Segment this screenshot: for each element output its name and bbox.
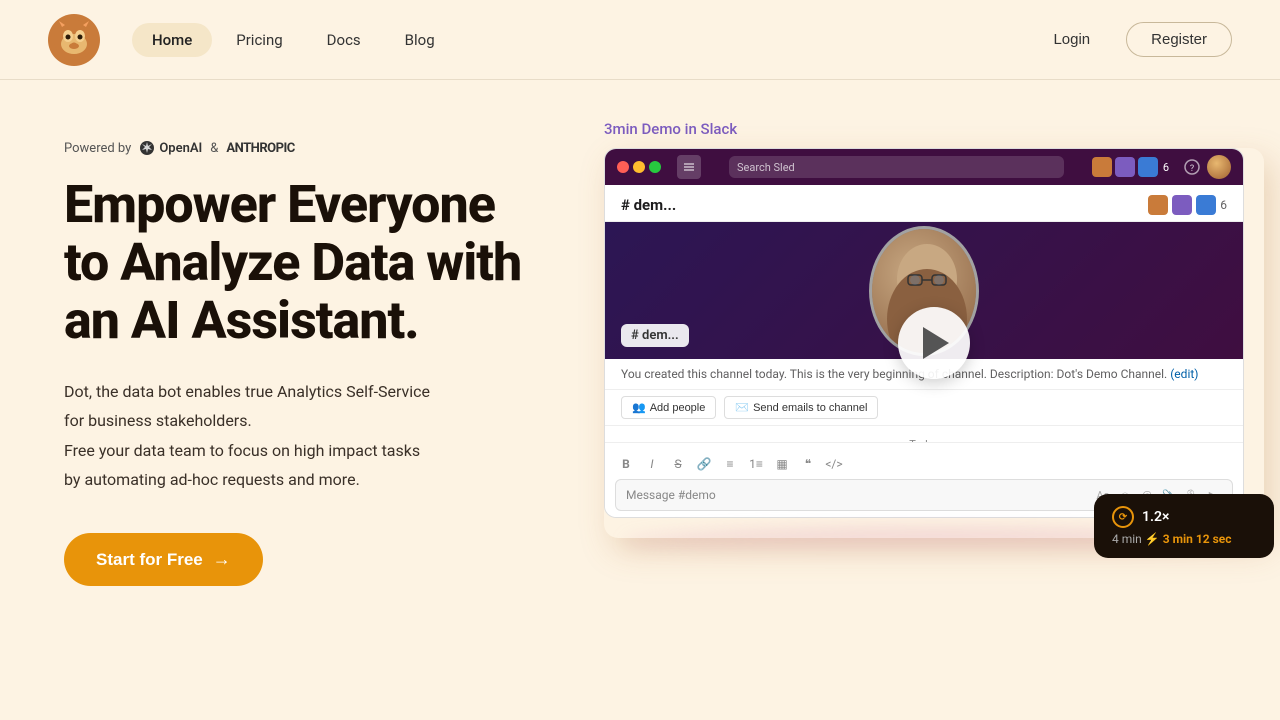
list-button[interactable]: ≡	[719, 453, 741, 475]
channel-badge-text: # dem...	[631, 328, 679, 343]
nav-home[interactable]: Home	[132, 23, 212, 57]
hero-left: Powered by OpenAI & ANTHROPIC Empower Ev…	[64, 120, 544, 586]
speed-indicator: ⟳ 1.2× 4 min ⚡ 3 min 12 sec	[1094, 494, 1274, 558]
ordered-list-button[interactable]: 1≡	[745, 453, 767, 475]
logo[interactable]	[48, 14, 100, 66]
play-icon	[923, 327, 949, 359]
nav-pricing[interactable]: Pricing	[216, 23, 302, 57]
input-placeholder: Message #demo	[626, 488, 716, 502]
channel-members: 6	[1148, 195, 1227, 215]
messages-area: Today D Dot APP 15:22	[605, 426, 1243, 442]
hero-desc-4: by automating ad-hoc requests and more.	[64, 467, 544, 493]
channel-badge: # dem...	[621, 324, 689, 347]
member-avatar-2	[1172, 195, 1192, 215]
bold-button[interactable]: B	[615, 453, 637, 475]
demo-label: 3min Demo in Slack	[604, 120, 1264, 138]
register-button[interactable]: Register	[1126, 22, 1232, 57]
hero-description: Dot, the data bot enables true Analytics…	[64, 379, 544, 493]
slack-header-icons: 6 ?	[1092, 155, 1231, 179]
start-arrow: →	[213, 549, 231, 570]
input-toolbar: B I S 🔗 ≡ 1≡ ▦ ❝ </>	[615, 449, 1233, 479]
speed-value: 1.2×	[1142, 509, 1169, 525]
member-count: 6	[1220, 198, 1227, 212]
send-emails-icon: ✉️	[735, 401, 749, 414]
hero-right: 3min Demo in Slack Search Sled	[604, 120, 1264, 538]
main-content: Powered by OpenAI & ANTHROPIC Empower Ev…	[0, 80, 1280, 586]
channel-action-buttons: 👥 Add people ✉️ Send emails to channel	[605, 390, 1243, 426]
slack-header: Search Sled 6 ?	[605, 149, 1243, 185]
powered-by: Powered by OpenAI & ANTHROPIC	[64, 140, 544, 156]
anthropic-logo: ANTHROPIC	[226, 141, 294, 156]
video-container: Search Sled 6 ?	[604, 148, 1264, 538]
channel-name: # dem...	[621, 196, 676, 214]
nav-right: Login Register	[1029, 22, 1232, 57]
link-button[interactable]: 🔗	[693, 453, 715, 475]
hero-desc-3: Free your data team to focus on high imp…	[64, 438, 544, 464]
login-button[interactable]: Login	[1029, 23, 1114, 56]
today-divider: Today	[621, 438, 1227, 442]
code-button[interactable]: </>	[823, 453, 845, 475]
italic-button[interactable]: I	[641, 453, 663, 475]
nav-links: Home Pricing Docs Blog	[132, 23, 1029, 57]
speed-reduced-time: 3 min 12 sec	[1163, 532, 1232, 546]
nav-docs[interactable]: Docs	[307, 23, 381, 57]
add-people-button[interactable]: 👥 Add people	[621, 396, 716, 419]
hero-desc-1: Dot, the data bot enables true Analytics…	[64, 379, 544, 405]
member-avatar-3	[1196, 195, 1216, 215]
speed-original-time: 4 min	[1112, 532, 1142, 546]
svg-text:?: ?	[1190, 164, 1194, 174]
hero-title: Empower Everyone to Analyze Data with an…	[64, 176, 544, 351]
speed-lightning: ⚡	[1145, 532, 1163, 546]
speed-bottom: 4 min ⚡ 3 min 12 sec	[1112, 532, 1256, 546]
powered-by-text: Powered by	[64, 141, 131, 156]
play-button[interactable]	[898, 307, 970, 379]
and-text: &	[210, 141, 218, 156]
table-button[interactable]: ▦	[771, 453, 793, 475]
send-emails-button[interactable]: ✉️ Send emails to channel	[724, 396, 878, 419]
channel-header: # dem... 6	[605, 185, 1243, 222]
quote-button[interactable]: ❝	[797, 453, 819, 475]
slack-search-text: Search Sled	[737, 161, 795, 174]
speed-top: ⟳ 1.2×	[1112, 506, 1256, 528]
navbar: Home Pricing Docs Blog Login Register	[0, 0, 1280, 80]
member-avatar-1	[1148, 195, 1168, 215]
strikethrough-button[interactable]: S	[667, 453, 689, 475]
slack-search-bar[interactable]: Search Sled	[729, 156, 1064, 178]
start-for-free-button[interactable]: Start for Free →	[64, 533, 263, 586]
openai-logo: OpenAI	[139, 140, 202, 156]
nav-blog[interactable]: Blog	[385, 23, 455, 57]
start-label: Start for Free	[96, 550, 203, 570]
speed-icon: ⟳	[1112, 506, 1134, 528]
hero-desc-2: for business stakeholders.	[64, 408, 544, 434]
add-people-icon: 👥	[632, 401, 646, 414]
